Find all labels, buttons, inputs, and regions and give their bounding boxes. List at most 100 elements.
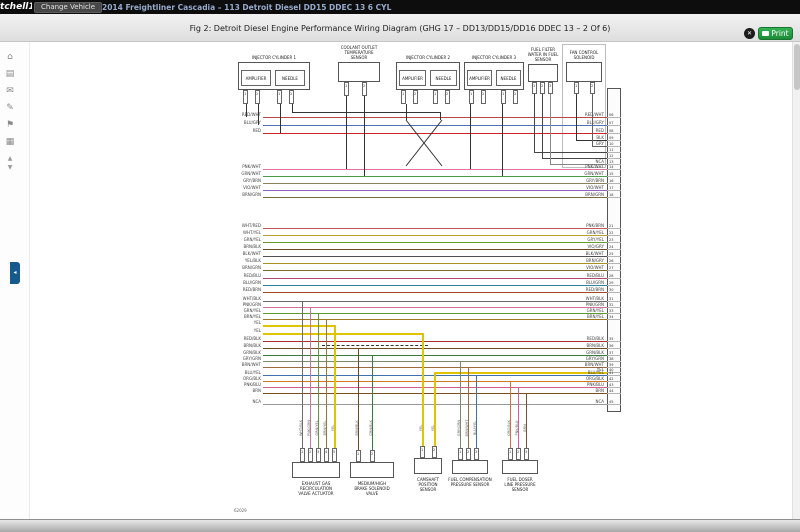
pin-number: 08 [609,129,614,133]
wire-label: BLK [596,135,604,140]
connector-row [607,381,621,382]
connector-row [607,176,621,177]
pin-number: 2 [309,450,312,454]
pin-number: 2 [290,92,293,96]
connector-row [607,313,621,314]
connector-row [607,361,621,362]
wire-label: BLU/YEL [244,370,261,375]
wire [263,341,607,342]
home-icon[interactable]: ⌂ [2,50,18,64]
pin-number: 2 [591,84,594,88]
connector-row [607,278,621,279]
pin-number: 1 [278,92,281,96]
wire [263,125,607,126]
wire-label: BRN/GRN [242,265,261,270]
wire [322,345,428,346]
wire-label: GRN/YEL [586,230,604,235]
wire-label: BLU/GRN [586,280,604,285]
wire [470,104,471,169]
pin-number: 31 [609,297,614,301]
print-icon[interactable]: ▤ [2,67,18,81]
wire [263,285,607,286]
pin-number: 43 [609,383,614,387]
connector-row [607,169,621,170]
bookmark-icon[interactable]: ⚑ [2,118,18,132]
wire-label-vertical: BRN/YEL [323,420,327,436]
component-title: SOLENOID [573,55,595,60]
wire [502,104,503,176]
connector-row [607,140,621,141]
close-figure-button[interactable]: ✕ [744,28,755,39]
connector-row [607,319,621,320]
component-box [528,64,558,82]
wire-label: NCA [252,399,261,404]
wire [263,263,607,264]
wire [263,367,607,368]
pin-number: 3 [475,450,478,454]
wire [263,355,607,356]
connector-row [607,404,621,405]
wire [263,319,607,320]
component-box [414,458,442,474]
wire-label: PNK/WHT [585,164,604,169]
notes-icon[interactable]: ✎ [2,101,18,115]
wire [592,146,607,147]
layers-icon[interactable]: ▦ [2,135,18,149]
wire-label: ORG/BLK [586,376,604,381]
wiring-diagram: RED/WHT RED/WHT 06 BLU/GRY BLU/GRY 07 RED RED 08… [0,0,800,532]
wire [534,152,607,153]
wire [263,228,607,229]
app-logo: Mitchell1 [0,0,32,14]
pin-number: 1 [244,92,247,96]
wire-label-vertical: BRN/BLK [355,420,359,436]
wire-label: BRN [252,388,261,393]
email-icon[interactable]: ✉ [2,84,18,98]
scroll-down-icon[interactable]: ▼ [2,161,18,175]
component-title: COOLANT OUTLET [340,45,378,50]
diagram-canvas[interactable]: RED/WHT RED/WHT 06 BLU/GRY BLU/GRY 07 RED RED 08… [0,0,800,532]
connector-row [607,387,621,388]
pin-number: 26 [609,259,614,263]
pin-number: 15 [609,172,614,176]
wire-label: VIO/WHT [586,185,604,190]
app-window: RED/WHT RED/WHT 06 BLU/GRY BLU/GRY 07 RED RED 08… [0,0,800,532]
component-box [502,460,538,474]
wire-label: BRN [595,388,604,393]
figure-code: 62029 [234,508,247,513]
pin-number: 28 [609,274,614,278]
change-vehicle-button[interactable]: Change Vehicle [34,1,103,13]
pin-number: 1 [575,84,578,88]
wire-label-vertical: YEL [331,424,335,432]
wire-label-vertical: PNK/BLU [515,420,519,436]
pin-number: 3 [549,84,552,88]
pin-number: 16 [609,179,614,183]
scrollbar-thumb[interactable] [794,44,800,90]
pin-number: 3 [317,450,320,454]
wire [263,169,607,170]
scrollbar-track[interactable] [792,42,800,519]
wire [263,301,607,302]
pin-number: 42 [609,377,614,381]
connector-row [607,301,621,302]
collapse-panel-button[interactable]: ◂ [10,262,20,284]
wire-label: PNK/BRN [586,223,604,228]
component-sub-label: NEEDLE [435,76,452,81]
connector-row [607,117,621,118]
wire [263,348,607,349]
wire-label-vertical: BRN [523,424,527,432]
pin-number: 4 [325,450,328,454]
print-button[interactable]: Print [758,27,793,40]
pin-number: 2 [433,448,436,452]
pin-number: 07 [609,121,614,125]
pin-number: 22 [609,231,614,235]
pin-number: 44 [609,389,614,393]
wire-label: RED/WHT [241,112,261,117]
pin-number: 29 [609,281,614,285]
wire-label: GRY/YEL [587,237,604,242]
wire-label: BRN/BLK [243,343,261,348]
pin-number: 2 [371,452,374,456]
wire-label: YEL [253,320,261,325]
component-box [452,460,488,474]
component-title: SENSOR [350,55,368,60]
connector-row [607,249,621,250]
